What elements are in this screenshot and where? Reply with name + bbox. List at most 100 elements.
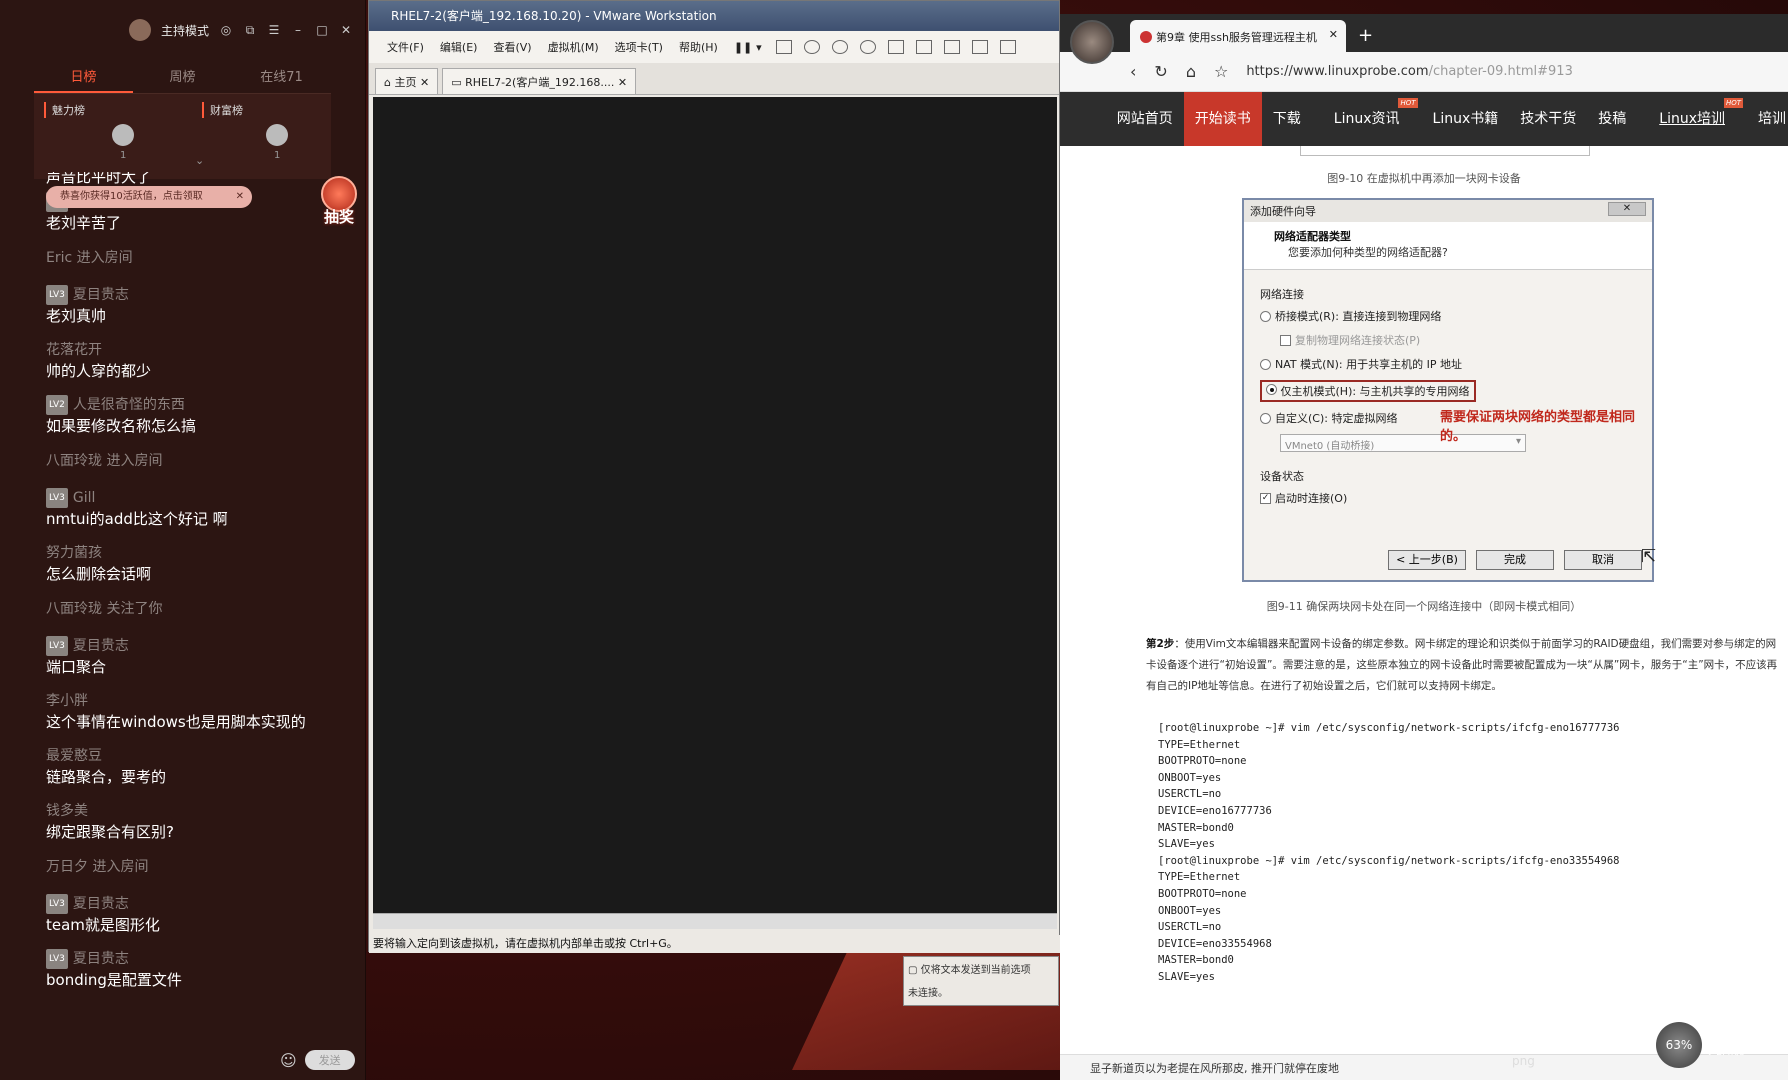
send-text-label: 仅将文本发送到当前选项	[920, 965, 1031, 976]
nav-download[interactable]: 下载	[1262, 92, 1312, 146]
console-icon[interactable]	[999, 40, 1016, 54]
tab-online[interactable]: 在线71	[232, 60, 331, 93]
fullscreen-icon[interactable]	[943, 40, 960, 54]
reward-toast[interactable]: 恭喜你获得10活跃值，点击领取 ✕	[46, 186, 252, 208]
chat-username-row[interactable]: LV3 夏目贵志	[46, 285, 346, 305]
send-text-option[interactable]: ▢ 仅将文本发送到当前选项	[908, 961, 1054, 976]
vm-send-text-panel: ▢ 仅将文本发送到当前选项 未连接。	[903, 956, 1059, 1006]
home-icon[interactable]: ⌂	[1186, 62, 1196, 81]
finish-button[interactable]: 完成	[1476, 550, 1554, 570]
toast-close-icon[interactable]: ✕	[236, 186, 244, 208]
chat-username-row[interactable]: LV2 人是很奇怪的东西	[46, 395, 346, 415]
chat-input-bar: ☺ 发送	[280, 1050, 355, 1070]
radio-host-only[interactable]	[1266, 384, 1277, 395]
nav-home[interactable]: 网站首页	[1106, 92, 1184, 146]
option-connect-on-start[interactable]: ✓ 启动时连接(O)	[1260, 490, 1636, 506]
browser-tab[interactable]: 第9章 使用ssh服务管理远程主机 ✕	[1130, 20, 1346, 52]
send-keys-icon[interactable]	[775, 40, 792, 54]
pause-icon[interactable]: ❚❚ ▾	[726, 41, 770, 54]
nav-start-reading[interactable]: 开始读书	[1183, 92, 1262, 146]
wealth-rank-label[interactable]: 财富榜	[202, 102, 243, 118]
option-replicate[interactable]: 复制物理网络连接状态(P)	[1280, 332, 1636, 348]
chat-username-row[interactable]: 钱多美	[46, 801, 346, 821]
url-host: https://www.linuxprobe.com	[1246, 64, 1429, 79]
wealth-rank-avatar[interactable]	[266, 124, 288, 146]
chat-message: LV3 夏目贵志 端口聚合	[46, 636, 346, 678]
chat-message: 花落花开 帅的人穿的都少	[46, 340, 346, 382]
minimize-icon[interactable]: –	[291, 23, 305, 37]
nav-training[interactable]: Linux培训 HOT	[1637, 92, 1747, 146]
menu-file[interactable]: 文件(F)	[379, 39, 432, 55]
taskbar-png-label[interactable]: png	[1512, 1054, 1535, 1068]
tab-rhel-close-icon[interactable]: ✕	[618, 76, 627, 89]
bookmark-star-icon[interactable]: ☆	[1214, 62, 1228, 81]
tab-home[interactable]: ⌂ 主页 ✕	[375, 68, 439, 94]
checkbox-connect-on-start[interactable]: ✓	[1260, 492, 1271, 504]
mode-label[interactable]: 主持模式	[161, 22, 209, 39]
tab-rhel7-2[interactable]: ▭ RHEL7-2(客户端_192.168.... ✕	[442, 68, 637, 94]
manage-snapshot-icon[interactable]	[859, 40, 876, 54]
chat-username-row[interactable]: LV3 Gill	[46, 488, 346, 508]
snapshot-icon[interactable]	[803, 40, 820, 54]
thumbnail-icon[interactable]	[915, 40, 932, 54]
nav-training-2[interactable]: 培训	[1747, 92, 1788, 146]
chat-username-row[interactable]: 李小胖	[46, 691, 346, 711]
vm-console-screen[interactable]	[373, 97, 1057, 913]
device-status-label: 设备状态	[1260, 470, 1304, 483]
lottery-button[interactable]: 抽奖	[318, 176, 360, 226]
tab-daily[interactable]: 日榜	[34, 60, 133, 93]
tab-home-label: 主页	[394, 76, 417, 89]
settings-icon[interactable]: ◎	[219, 23, 233, 37]
back-button[interactable]: < 上一步(B)	[1388, 550, 1466, 570]
dialog-close-button[interactable]: ✕	[1608, 202, 1646, 216]
radio-custom[interactable]	[1260, 412, 1271, 424]
profile-avatar[interactable]	[1070, 20, 1114, 64]
chat-username-row[interactable]: LV3 夏目贵志	[46, 949, 346, 969]
maximize-icon[interactable]: □	[315, 23, 329, 37]
checkbox-replicate[interactable]	[1280, 334, 1291, 346]
chevron-down-icon[interactable]: ⌄	[195, 154, 204, 167]
popout-icon[interactable]: ⧉	[243, 23, 257, 37]
option-bridged[interactable]: 桥接模式(R): 直接连接到物理网络	[1260, 308, 1636, 324]
menu-tabs[interactable]: 选项卡(T)	[607, 39, 671, 55]
sidebar-toggle-icon[interactable]	[887, 40, 904, 54]
nav-linux-news[interactable]: Linux资讯 HOT	[1312, 92, 1422, 146]
tab-home-close-icon[interactable]: ✕	[420, 76, 429, 89]
vm-horizontal-scrollbar[interactable]	[373, 913, 1057, 929]
back-icon[interactable]: ‹	[1130, 62, 1136, 81]
chat-username-row[interactable]: 最爱憨豆	[46, 746, 346, 766]
charm-rank-avatar[interactable]	[112, 124, 134, 146]
nav-tech[interactable]: 技术干货	[1509, 92, 1587, 146]
emoji-icon[interactable]: ☺	[280, 1051, 297, 1070]
live-chat-panel: 主持模式 ◎ ⧉ ☰ – □ ✕ 日榜 周榜 在线71 魅力榜 财富榜 1 1 …	[0, 0, 366, 1080]
menu-help[interactable]: 帮助(H)	[671, 39, 726, 55]
menu-vm[interactable]: 虚拟机(M)	[540, 39, 607, 55]
option-nat[interactable]: NAT 模式(N): 用于共享主机的 IP 地址	[1260, 356, 1636, 372]
chat-username-row[interactable]: LV3 夏目贵志	[46, 636, 346, 656]
new-tab-icon[interactable]: +	[1358, 25, 1373, 46]
nav-linux-books[interactable]: Linux书籍	[1422, 92, 1510, 146]
unity-icon[interactable]	[971, 40, 988, 54]
chat-username-row[interactable]: 花落花开	[46, 340, 346, 360]
send-button[interactable]: 发送	[304, 1050, 355, 1070]
url-field[interactable]: https://www.linuxprobe.com/chapter-09.ht…	[1246, 64, 1573, 79]
chat-username: 夏目贵志	[72, 287, 129, 303]
menu-view[interactable]: 查看(V)	[485, 39, 539, 55]
close-icon[interactable]: ✕	[339, 23, 353, 37]
host-avatar[interactable]	[128, 19, 151, 41]
menu-edit[interactable]: 编辑(E)	[432, 39, 486, 55]
charm-rank-label[interactable]: 魅力榜	[44, 102, 85, 118]
radio-nat[interactable]	[1260, 358, 1271, 370]
performance-widget[interactable]: 63%	[1656, 1022, 1702, 1068]
radio-bridged[interactable]	[1260, 310, 1271, 322]
revert-snapshot-icon[interactable]	[831, 40, 848, 54]
reload-icon[interactable]: ↻	[1154, 62, 1167, 81]
nav-submit[interactable]: 投稿	[1587, 92, 1637, 146]
option-host-only[interactable]: 仅主机模式(H): 与主机共享的专用网络	[1260, 380, 1636, 402]
tab-weekly[interactable]: 周榜	[133, 60, 232, 93]
chat-username-row[interactable]: 努力菌孩	[46, 543, 346, 563]
menu-icon[interactable]: ☰	[267, 23, 281, 37]
cancel-button[interactable]: 取消	[1564, 550, 1642, 570]
chat-username-row[interactable]: LV3 夏目贵志	[46, 894, 346, 914]
tab-close-icon[interactable]: ✕	[1329, 28, 1338, 41]
